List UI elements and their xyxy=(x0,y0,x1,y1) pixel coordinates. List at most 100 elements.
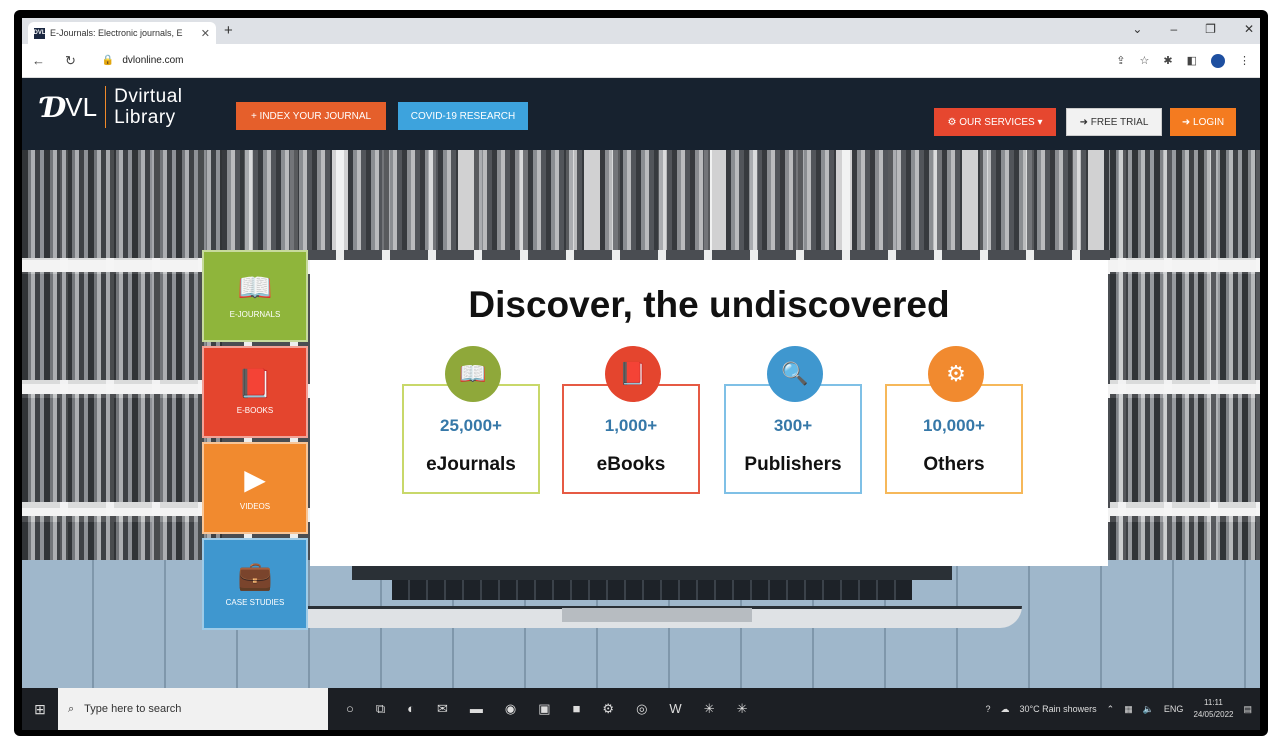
stat-card-publishers[interactable]: 🔍 300+ Publishers xyxy=(724,346,862,494)
category-label: E-JOURNALS xyxy=(229,309,281,319)
stat-card-others[interactable]: ⚙ 10,000+ Others xyxy=(885,346,1023,494)
menu-icon[interactable]: ⋮ xyxy=(1239,54,1250,67)
app-icon-2[interactable]: ✳ xyxy=(704,701,715,717)
our-services-button[interactable]: ⚙ OUR SERVICES ▾ xyxy=(934,108,1056,136)
profile-avatar[interactable] xyxy=(1211,53,1225,68)
stat-value: 10,000+ xyxy=(923,416,985,435)
weather-text[interactable]: 30°C Rain showers xyxy=(1020,704,1097,714)
close-window-button[interactable]: ✕ xyxy=(1244,22,1254,36)
restore-button[interactable]: ❐ xyxy=(1205,22,1216,36)
close-tab-icon[interactable]: ✕ xyxy=(201,27,210,40)
taskbar-clock[interactable]: 11:11 24/05/2022 xyxy=(1193,697,1233,721)
search-placeholder: Type here to search xyxy=(84,703,182,715)
taskbar-search-box[interactable]: ⌕ Type here to search xyxy=(58,688,328,730)
category-label: VIDEOS xyxy=(239,501,271,511)
chrome-icon[interactable]: ◎ xyxy=(636,701,647,717)
settings-icon[interactable]: ⚙ xyxy=(602,701,614,717)
stat-value: 300+ xyxy=(773,416,813,435)
stat-card-ejournals[interactable]: 📖 25,000+ eJournals xyxy=(402,346,540,494)
url-text: dvlonline.com xyxy=(122,55,184,66)
free-trial-button[interactable]: ➜ FREE TRIAL xyxy=(1066,108,1162,136)
ebook-icon: 📕 xyxy=(605,346,661,402)
publisher-search-icon: 🔍 xyxy=(767,346,823,402)
category-ebooks[interactable]: 📕 E-BOOKS xyxy=(202,346,308,438)
laptop-image xyxy=(282,556,1022,642)
dvl-logo[interactable]: Ɗ VL Dvirtual Library xyxy=(42,86,183,128)
stat-label: eBooks xyxy=(596,454,666,475)
new-tab-button[interactable]: + xyxy=(224,22,233,39)
reload-icon[interactable]: ↻ xyxy=(65,53,76,69)
minimize-button[interactable]: – xyxy=(1170,22,1177,36)
tray-chevron-icon[interactable]: ⌃ xyxy=(1107,704,1115,715)
task-view-icon[interactable]: ⧉ xyxy=(376,701,385,717)
ebook-icon: 📕 xyxy=(237,367,273,399)
lock-icon: 🔒 xyxy=(101,55,115,66)
notifications-icon[interactable]: ▤ xyxy=(1243,704,1252,715)
window-controls: ⌄ – ❐ ✕ xyxy=(1132,22,1254,36)
language-indicator[interactable]: ENG xyxy=(1164,704,1184,714)
app-icon-3[interactable]: ✳ xyxy=(737,701,748,717)
category-videos[interactable]: ▶ VIDEOS xyxy=(202,442,308,534)
stat-card-ebooks[interactable]: 📕 1,000+ eBooks xyxy=(562,346,700,494)
stat-label: eJournals xyxy=(426,454,516,475)
logo-line-1: Dvirtual xyxy=(114,86,183,107)
clock-date: 24/05/2022 xyxy=(1193,710,1234,719)
stat-label: Publishers xyxy=(744,454,842,475)
logo-mark-vl: VL xyxy=(65,91,98,122)
browser-tab-strip: DVL E-Journals: Electronic journals, E ✕… xyxy=(22,18,1260,44)
logo-divider xyxy=(105,86,107,128)
discover-panel: Discover, the undiscovered 📖 25,000+ eJo… xyxy=(310,260,1108,566)
windows-start-icon[interactable]: ⊞ xyxy=(22,701,58,718)
address-bar[interactable]: 🔒 dvlonline.com xyxy=(102,55,184,66)
hero-title: Discover, the undiscovered xyxy=(468,284,950,325)
clock-time: 11:11 xyxy=(1204,698,1223,707)
coins-icon: ⚙ xyxy=(928,346,984,402)
bookmark-star-icon[interactable]: ☆ xyxy=(1140,54,1150,67)
browser-tab[interactable]: DVL E-Journals: Electronic journals, E ✕ xyxy=(28,22,216,44)
category-ejournals[interactable]: 📖 E-JOURNALS xyxy=(202,250,308,342)
index-journal-button[interactable]: + INDEX YOUR JOURNAL xyxy=(236,102,386,130)
search-icon: ⌕ xyxy=(68,702,75,715)
category-label: CASE STUDIES xyxy=(225,597,285,607)
category-case-studies[interactable]: 💼 CASE STUDIES xyxy=(202,538,308,630)
word-icon[interactable]: W xyxy=(669,701,681,717)
back-icon[interactable]: ← xyxy=(32,53,45,68)
weather-icon: ☁ xyxy=(1000,703,1010,714)
app-icon[interactable]: ■ xyxy=(573,701,581,717)
favicon: DVL xyxy=(34,27,46,39)
file-explorer-icon[interactable]: ▬ xyxy=(470,701,483,717)
pinned-apps: ○ ⧉ ◐ ✉ ▬ ◉ ▣ ■ ⚙ ◎ W ✳ ✳ xyxy=(346,701,748,717)
covid-research-button[interactable]: COVID-19 RESEARCH xyxy=(398,102,528,130)
category-label: E-BOOKS xyxy=(236,405,274,415)
bookshelf-background xyxy=(222,150,1110,250)
briefcase-icon: 💼 xyxy=(237,559,273,591)
extensions-icon[interactable]: ✱ xyxy=(1163,54,1172,67)
stat-label: Others xyxy=(923,454,985,475)
network-icon[interactable]: ▦ xyxy=(1124,704,1133,715)
site-header: Ɗ VL Dvirtual Library + INDEX YOUR JOURN… xyxy=(22,78,1260,150)
tab-search-icon[interactable]: ⌄ xyxy=(1132,22,1142,36)
media-icon[interactable]: ◉ xyxy=(505,701,516,717)
logo-mark: Ɗ xyxy=(42,90,66,124)
stat-value: 1,000+ xyxy=(604,416,658,435)
side-panel-icon[interactable]: ◧ xyxy=(1187,54,1197,67)
cortana-icon[interactable]: ○ xyxy=(346,701,354,717)
screen: DVL E-Journals: Electronic journals, E ✕… xyxy=(22,18,1260,730)
logo-text: Dvirtual Library xyxy=(114,86,182,128)
toolbar-actions: ⇪ ☆ ✱ ◧ ⋮ xyxy=(1116,53,1250,68)
share-icon[interactable]: ⇪ xyxy=(1116,54,1125,67)
login-button[interactable]: ➜ LOGIN xyxy=(1170,108,1236,136)
video-play-icon: ▶ xyxy=(244,463,266,495)
windows-taskbar: ⊞ ⌕ Type here to search ○ ⧉ ◐ ✉ ▬ ◉ ▣ ■ … xyxy=(22,688,1260,730)
tab-title: E-Journals: Electronic journals, E xyxy=(50,28,183,38)
store-icon[interactable]: ▣ xyxy=(538,701,550,717)
browser-toolbar: ← ↻ 🔒 dvlonline.com ⇪ ☆ ✱ ◧ ⋮ xyxy=(22,44,1260,78)
edge-icon[interactable]: ◐ xyxy=(407,701,415,717)
help-icon[interactable]: ? xyxy=(985,704,990,714)
journal-icon: 📖 xyxy=(445,346,501,402)
website: Ɗ VL Dvirtual Library + INDEX YOUR JOURN… xyxy=(22,78,1260,688)
logo-line-2: Library xyxy=(114,107,176,128)
mail-icon[interactable]: ✉ xyxy=(437,701,448,717)
open-book-icon: 📖 xyxy=(237,271,273,303)
volume-icon[interactable]: 🔈 xyxy=(1143,704,1154,715)
